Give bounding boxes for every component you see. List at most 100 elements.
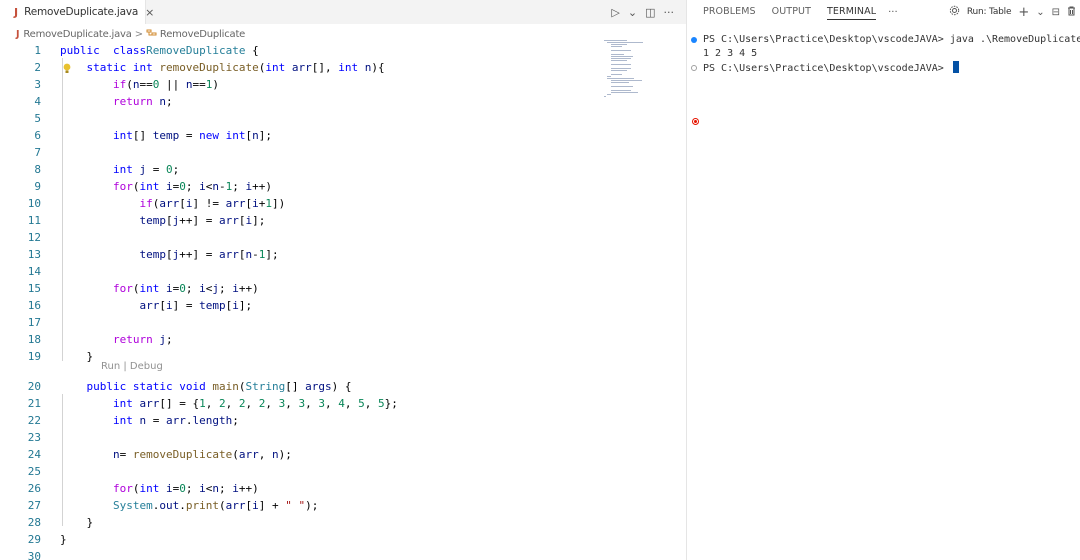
code-token: } xyxy=(86,350,94,363)
code-line[interactable]: 26 for(int i=0; i<n; i++) xyxy=(0,480,600,497)
tab-terminal[interactable]: TERMINAL xyxy=(826,0,877,24)
code-line[interactable]: 11 temp[j++] = arr[i]; xyxy=(0,212,600,229)
code-token: ( xyxy=(238,380,246,393)
code-line[interactable]: 24 n= removeDuplicate(arr, n); xyxy=(0,446,600,463)
run-icon[interactable]: ▷ xyxy=(611,6,619,19)
tab-remove-duplicate[interactable]: J RemoveDuplicate.java × xyxy=(0,0,154,24)
line-number: 4 xyxy=(34,95,41,108)
code-line[interactable]: 29} xyxy=(0,531,600,548)
code-token: == xyxy=(192,78,206,91)
code-token: length xyxy=(192,414,233,427)
code-token: int xyxy=(112,414,133,427)
minimap-line xyxy=(604,96,606,97)
code-line[interactable]: 17 xyxy=(0,314,600,331)
add-terminal-icon[interactable]: + xyxy=(1018,5,1029,20)
line-number: 12 xyxy=(27,231,41,244)
code-line[interactable]: 7 xyxy=(0,144,600,161)
gear-icon[interactable] xyxy=(949,5,960,19)
code-token: [] xyxy=(285,380,306,393)
code-token: , xyxy=(225,397,239,410)
code-token: int xyxy=(225,129,246,142)
chevron-down-icon[interactable]: ⌄ xyxy=(1036,7,1044,18)
code-line[interactable]: 22 int n = arr.length; xyxy=(0,412,600,429)
code-token: , xyxy=(258,448,272,461)
trash-icon[interactable] xyxy=(1067,6,1076,19)
command-pending-icon[interactable] xyxy=(691,65,697,71)
run-debug-codelens[interactable]: Run | Debug xyxy=(101,361,163,372)
code-line[interactable]: 15 for(int i=0; i<j; i++) xyxy=(0,280,600,297)
code-token: n xyxy=(212,180,219,193)
code-token: class xyxy=(113,44,147,57)
terminal-prompt: PS C:\Users\Practice\Desktop\vscodeJAVA> xyxy=(703,63,950,74)
code-text: for(int i=0; i<n-1; i++) xyxy=(60,178,272,195)
code-text: temp[j++] = arr[n-1]; xyxy=(60,246,278,263)
code-token: ; xyxy=(165,95,173,108)
code-line[interactable]: 5 xyxy=(0,110,600,127)
tab-output[interactable]: OUTPUT xyxy=(772,0,811,24)
error-decoration-icon[interactable] xyxy=(692,118,699,125)
code-text: return n; xyxy=(60,93,173,110)
code-token: ++] = xyxy=(179,214,219,227)
code-line[interactable]: 28 } xyxy=(0,514,600,531)
code-line[interactable]: 25 xyxy=(0,463,600,480)
code-line[interactable]: 8 int j = 0; xyxy=(0,161,600,178)
close-icon[interactable]: × xyxy=(145,6,154,19)
code-line[interactable]: 10 if(arr[i] != arr[i+1]) xyxy=(0,195,600,212)
code-token: ( xyxy=(232,448,239,461)
code-token: arr xyxy=(218,248,239,261)
code-line[interactable]: 19 } xyxy=(0,348,600,365)
code-token: ){ xyxy=(371,61,385,74)
code-line[interactable]: 2 static int removeDuplicate(int arr[], … xyxy=(0,59,600,76)
code-line[interactable]: 6 int[] temp = new int[n]; xyxy=(0,127,600,144)
code-line[interactable]: 23 xyxy=(0,429,600,446)
code-line[interactable]: 4 return n; xyxy=(0,93,600,110)
code-line[interactable]: 27 System.out.print(arr[i] + " "); xyxy=(0,497,600,514)
code-line[interactable]: 16 arr[i] = temp[i]; xyxy=(0,297,600,314)
more-tabs-icon[interactable]: ··· xyxy=(888,7,898,18)
code-line[interactable]: 21 int arr[] = {1, 2, 2, 2, 3, 3, 3, 4, … xyxy=(0,395,600,412)
line-number: 7 xyxy=(34,146,41,159)
split-editor-icon[interactable]: ◫ xyxy=(645,6,655,19)
code-line[interactable]: 20 public static void main(String[] args… xyxy=(0,378,600,395)
code-token: ]; xyxy=(252,214,266,227)
code-line[interactable]: 13 temp[j++] = arr[n-1]; xyxy=(0,246,600,263)
more-actions-icon[interactable]: ··· xyxy=(664,6,675,19)
code-line[interactable]: 3 if(n==0 || n==1) xyxy=(0,76,600,93)
command-success-icon[interactable] xyxy=(691,37,697,43)
minimap-line xyxy=(607,78,634,79)
code-token: removeDuplicate xyxy=(159,61,259,74)
code-token: ); xyxy=(278,448,292,461)
editor-tab-bar: J RemoveDuplicate.java × ▷ ⌄ ◫ ··· xyxy=(0,0,686,24)
minimap-line xyxy=(611,90,631,91)
code-line[interactable]: 1 public classRemoveDuplicate { xyxy=(0,42,600,59)
tab-problems[interactable]: PROBLEMS xyxy=(703,0,756,24)
split-terminal-icon[interactable]: ⊟ xyxy=(1052,7,1060,18)
code-token: ; xyxy=(185,180,200,193)
line-number: 14 xyxy=(27,265,41,278)
code-line[interactable]: 14 xyxy=(0,263,600,280)
code-token: void xyxy=(179,380,206,393)
lightbulb-icon[interactable] xyxy=(63,59,71,73)
minimap[interactable] xyxy=(600,40,656,100)
run-task-label[interactable]: Run: Table xyxy=(967,7,1012,17)
code-token: ) xyxy=(212,78,219,91)
code-line[interactable]: 30 xyxy=(0,548,600,560)
code-line[interactable]: 18 return j; xyxy=(0,331,600,348)
code-token: ]) xyxy=(271,197,286,210)
breadcrumb-file[interactable]: RemoveDuplicate.java xyxy=(23,29,132,40)
code-line[interactable]: 9 for(int i=0; i<n-1; i++) xyxy=(0,178,600,195)
terminal-prompt-line[interactable]: PS C:\Users\Practice\Desktop\vscodeJAVA> xyxy=(703,61,959,75)
code-token: ]; xyxy=(258,129,272,142)
line-number: 26 xyxy=(27,482,41,495)
chevron-down-icon[interactable]: ⌄ xyxy=(628,6,637,19)
code-line[interactable]: 12 xyxy=(0,229,600,246)
breadcrumb-symbol[interactable]: RemoveDuplicate xyxy=(160,29,245,40)
code-token: = xyxy=(119,448,133,461)
minimap-line xyxy=(611,80,642,81)
code-token: 5 xyxy=(358,397,365,410)
